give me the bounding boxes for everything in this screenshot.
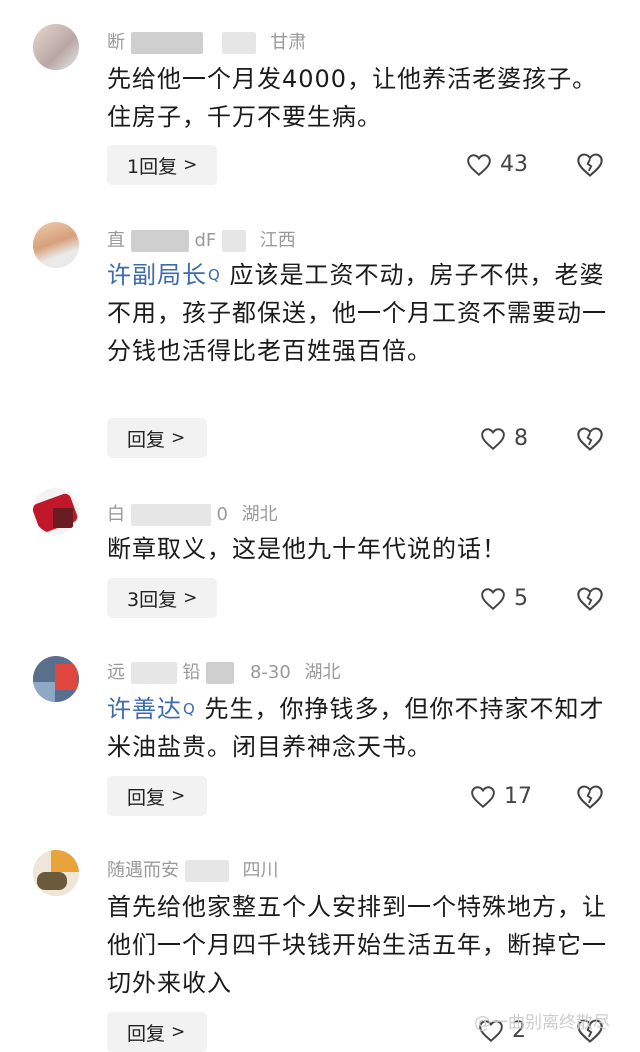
username[interactable]: 远 <box>107 662 125 683</box>
region: 江西 <box>259 230 296 251</box>
heart-outline-icon <box>481 427 505 450</box>
avatar[interactable] <box>33 222 79 268</box>
chevron-right-icon: > <box>171 1022 186 1042</box>
comment-date: 8-30 <box>249 662 291 683</box>
like-button[interactable]: 8 <box>480 426 528 451</box>
blurred-username <box>206 662 235 684</box>
blurred-username <box>130 662 177 684</box>
reply-button[interactable]: 3回复 > <box>107 578 217 618</box>
broken-heart-icon[interactable] <box>576 586 604 612</box>
comment-text: 许副局长Q 应该是工资不动，房子不供，老婆不用，孩子都保送，他一个月工资不需要动… <box>107 261 607 365</box>
reply-button[interactable]: 1回复 > <box>107 145 217 185</box>
broken-heart-icon[interactable] <box>576 784 604 810</box>
blurred-username <box>130 230 189 252</box>
comment-meta: 断 甘肃 <box>107 28 306 54</box>
avatar[interactable] <box>33 488 79 534</box>
comment-meta: 远 铅 8-30 湖北 <box>107 662 341 684</box>
watermark: @一曲别离终散尽 <box>474 1013 610 1033</box>
reply-button[interactable]: 回复 > <box>107 776 207 816</box>
broken-heart-icon[interactable] <box>576 426 604 452</box>
like-button[interactable]: 5 <box>480 586 528 611</box>
region: 湖北 <box>304 662 341 683</box>
username[interactable]: 白 <box>107 504 125 525</box>
search-magnifier-icon: Q <box>183 700 196 718</box>
heart-outline-icon <box>471 785 495 808</box>
avatar[interactable] <box>33 850 79 896</box>
comment-text: 断章取义，这是他九十年代说的话！ <box>107 535 507 563</box>
username[interactable]: 直 <box>107 230 125 251</box>
chevron-right-icon: > <box>183 155 198 175</box>
comment-meta: 直 dF 江西 <box>107 230 296 252</box>
region: 四川 <box>242 860 279 881</box>
search-magnifier-icon: Q <box>208 266 221 284</box>
like-button[interactable]: 43 <box>466 152 528 177</box>
region: 甘肃 <box>270 32 307 53</box>
mention-link[interactable]: 许善达Q <box>107 695 196 723</box>
blurred-username <box>222 32 257 54</box>
reply-button[interactable]: 回复 > <box>107 418 207 458</box>
username[interactable]: 随遇而安 <box>107 860 179 881</box>
avatar[interactable] <box>33 24 79 70</box>
blurred-username <box>130 32 203 54</box>
heart-outline-icon <box>467 153 491 176</box>
comment-meta: 白 0 湖北 <box>107 504 278 526</box>
region: 湖北 <box>241 504 278 525</box>
comment-text: 许善达Q 先生，你挣钱多，但你不持家不知才米油盐贵。闭目养神念天书。 <box>107 695 605 761</box>
chevron-right-icon: > <box>171 786 186 806</box>
chevron-right-icon: > <box>183 588 198 608</box>
like-button[interactable]: 17 <box>470 784 532 809</box>
blurred-username <box>184 860 229 882</box>
comment-text: 先给他一个月发4000，让他养活老婆孩子。住房子，千万不要生病。 <box>107 65 598 131</box>
blurred-username <box>221 230 246 252</box>
avatar[interactable] <box>33 656 79 702</box>
broken-heart-icon[interactable] <box>576 152 604 178</box>
heart-outline-icon <box>481 587 505 610</box>
comment-meta: 随遇而安 四川 <box>107 856 278 882</box>
comment-text: 首先给他家整五个人安排到一个特殊地方，让他们一个月四千块钱开始生活五年，断掉它一… <box>107 893 607 997</box>
chevron-right-icon: > <box>171 428 186 448</box>
reply-button[interactable]: 回复 > <box>107 1012 207 1052</box>
username[interactable]: 断 <box>107 32 125 53</box>
mention-link[interactable]: 许副局长Q <box>107 261 221 289</box>
blurred-username <box>130 504 211 526</box>
